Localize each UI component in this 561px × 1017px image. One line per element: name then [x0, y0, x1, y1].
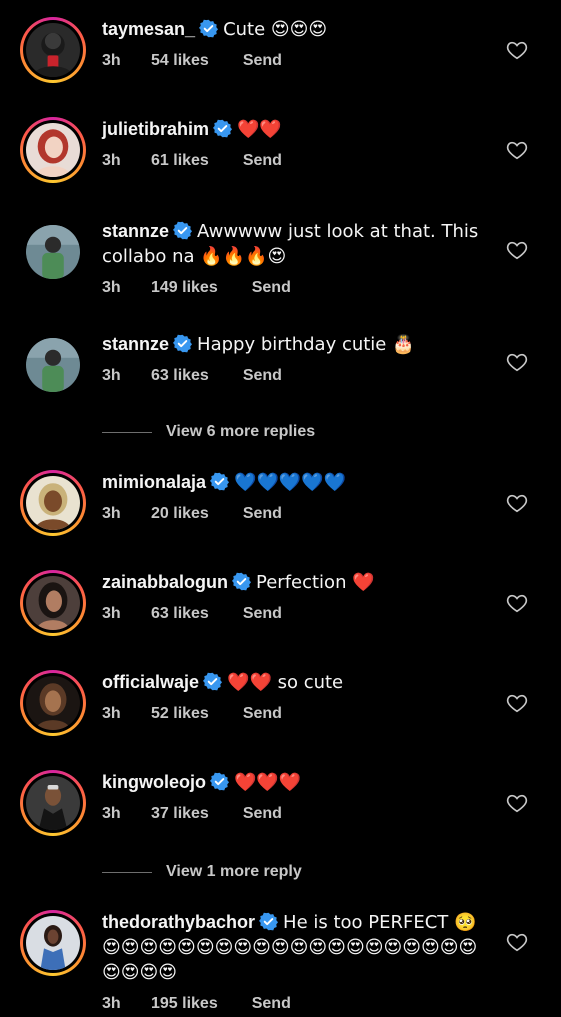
comment-time: 3h — [102, 505, 121, 522]
comment-text: Happy birthday cutie 🎂 — [197, 334, 415, 355]
comment-text: ❤️❤️ — [237, 119, 282, 140]
heart-icon[interactable] — [506, 792, 528, 814]
heart-icon[interactable] — [506, 592, 528, 614]
comments-feed: taymesan_ Cute 😍😍😍 3h 54 likes Send juli… — [0, 0, 561, 1017]
comment-username[interactable]: kingwoleojo — [102, 772, 206, 792]
comment-time: 3h — [102, 52, 121, 69]
heart-icon[interactable] — [506, 239, 528, 261]
avatar[interactable] — [20, 117, 86, 183]
comment-text: Cute 😍😍😍 — [223, 19, 328, 40]
verified-badge-icon — [232, 572, 251, 591]
verified-badge-icon — [213, 119, 233, 138]
comment-username[interactable]: thedorathybachor — [102, 912, 255, 932]
send-button[interactable]: Send — [243, 152, 282, 170]
comment-likes[interactable]: 37 likes — [151, 805, 209, 823]
avatar[interactable] — [20, 219, 86, 285]
send-button[interactable]: Send — [243, 705, 282, 723]
comment-time: 3h — [102, 705, 121, 722]
view-more-replies[interactable]: View 6 more replies — [102, 422, 402, 442]
comment-time: 3h — [102, 805, 121, 822]
comment-username[interactable]: julietibrahim — [102, 119, 209, 139]
heart-icon[interactable] — [506, 139, 528, 161]
man-in-green-shirt-avatar — [26, 338, 80, 392]
woman-dark-hair-avatar — [26, 576, 80, 630]
heart-icon[interactable] — [506, 692, 528, 714]
heart-icon[interactable] — [506, 931, 528, 953]
divider — [102, 871, 152, 873]
verified-badge-icon — [210, 772, 230, 791]
comment-likes[interactable]: 149 likes — [151, 279, 218, 297]
comment-username[interactable]: officialwaje — [102, 672, 199, 692]
woman-dark-background-avatar — [26, 676, 80, 730]
send-button[interactable]: Send — [252, 279, 291, 297]
comment-username[interactable]: stannze — [102, 221, 169, 241]
comment-time: 3h — [102, 605, 121, 622]
view-more-replies[interactable]: View 1 more reply — [102, 862, 402, 882]
comment-text: ❤️❤️ so cute — [227, 672, 344, 693]
comment-likes[interactable]: 195 likes — [151, 995, 218, 1013]
heart-icon[interactable] — [506, 492, 528, 514]
verified-badge-icon — [199, 19, 219, 38]
comment-text: Perfection ❤️ — [256, 572, 375, 593]
send-button[interactable]: Send — [243, 605, 282, 623]
comment-likes[interactable]: 20 likes — [151, 505, 209, 523]
send-button[interactable]: Send — [252, 995, 291, 1013]
comment-text: 💙💙💙💙💙 — [234, 472, 347, 493]
avatar[interactable] — [20, 910, 86, 976]
comment-likes[interactable]: 63 likes — [151, 367, 209, 385]
comment-username[interactable]: taymesan_ — [102, 19, 195, 39]
comment-likes[interactable]: 54 likes — [151, 52, 209, 70]
comment-text: ❤️❤️❤️ — [234, 772, 302, 793]
comment-username[interactable]: mimionalaja — [102, 472, 206, 492]
avatar[interactable] — [20, 332, 86, 398]
man-with-red-cup-avatar — [26, 23, 80, 77]
comment-time: 3h — [102, 995, 121, 1012]
send-button[interactable]: Send — [243, 367, 282, 385]
verified-badge-icon — [210, 472, 230, 491]
send-button[interactable]: Send — [243, 52, 282, 70]
comment-username[interactable]: zainabbalogun — [102, 572, 228, 592]
send-button[interactable]: Send — [243, 505, 282, 523]
comment-likes[interactable]: 63 likes — [151, 605, 209, 623]
avatar[interactable] — [20, 470, 86, 536]
verified-badge-icon — [173, 334, 193, 353]
send-button[interactable]: Send — [243, 805, 282, 823]
comment-time: 3h — [102, 367, 121, 384]
woman-with-red-hair-avatar — [26, 123, 80, 177]
verified-badge-icon — [203, 672, 223, 691]
woman-blue-outfit-avatar — [26, 916, 80, 970]
comment-time: 3h — [102, 279, 121, 296]
heart-icon[interactable] — [506, 351, 528, 373]
woman-smiling-avatar — [26, 476, 80, 530]
avatar[interactable] — [20, 570, 86, 636]
view-more-label[interactable]: View 1 more reply — [166, 863, 302, 881]
verified-badge-icon — [259, 912, 279, 931]
divider — [102, 431, 152, 433]
view-more-label[interactable]: View 6 more replies — [166, 423, 315, 441]
heart-icon[interactable] — [506, 39, 528, 61]
comment-username[interactable]: stannze — [102, 334, 169, 354]
avatar[interactable] — [20, 17, 86, 83]
verified-badge-icon — [173, 221, 193, 240]
comment-likes[interactable]: 61 likes — [151, 152, 209, 170]
comment-time: 3h — [102, 152, 121, 169]
man-dark-suit-avatar — [26, 776, 80, 830]
comment-likes[interactable]: 52 likes — [151, 705, 209, 723]
avatar[interactable] — [20, 670, 86, 736]
man-in-green-shirt-avatar — [26, 225, 80, 279]
avatar[interactable] — [20, 770, 86, 836]
